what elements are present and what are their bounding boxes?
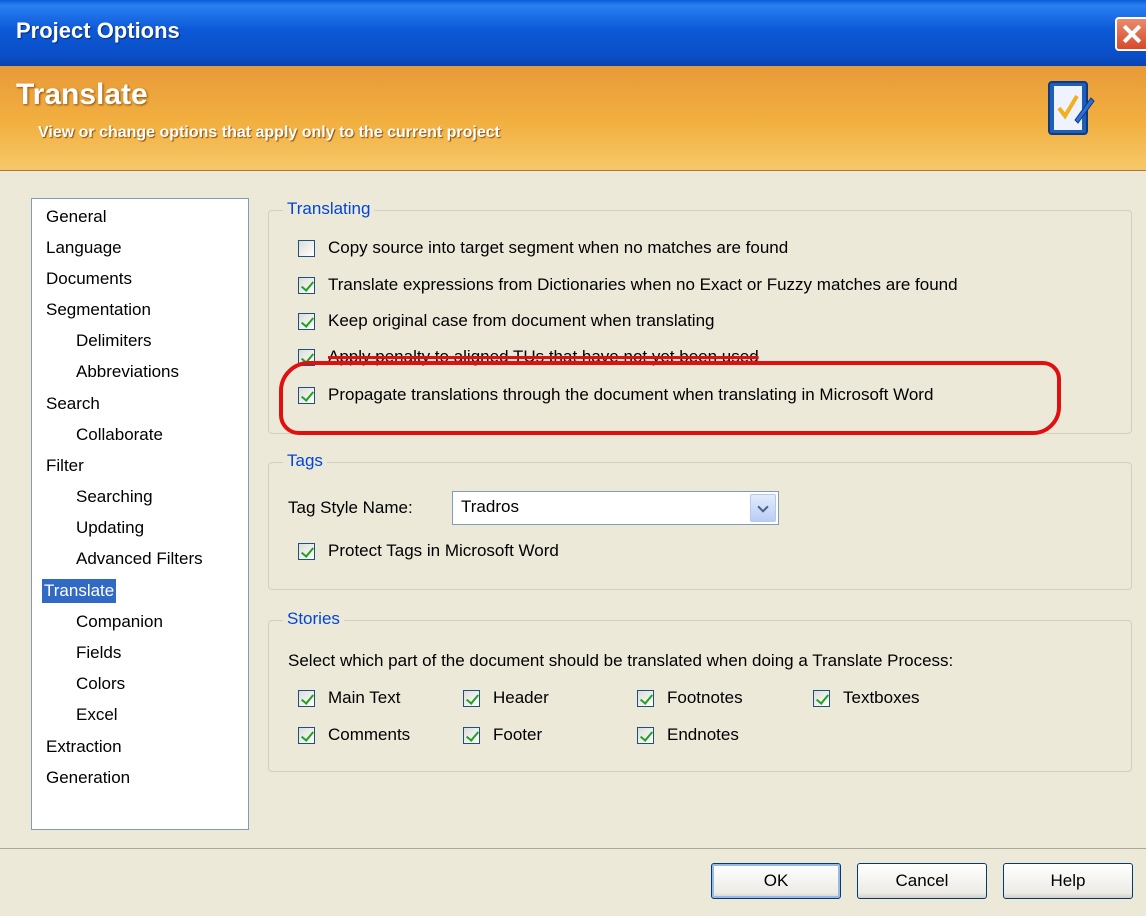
footer-checkbox[interactable] — [463, 727, 480, 744]
nav-item-companion[interactable]: Companion — [76, 610, 163, 634]
nav-item-general[interactable]: General — [46, 205, 106, 229]
nav-item-search[interactable]: Search — [46, 392, 100, 416]
footnotes-checkbox[interactable] — [637, 690, 654, 707]
window-title: Project Options — [16, 18, 180, 43]
page-title: Translate — [16, 78, 148, 111]
help-button[interactable]: Help — [1003, 863, 1133, 899]
nav-item-advanced-filters[interactable]: Advanced Filters — [76, 547, 203, 571]
nav-item-extraction[interactable]: Extraction — [46, 735, 122, 759]
header-checkbox[interactable] — [463, 690, 480, 707]
nav-item-excel[interactable]: Excel — [76, 703, 118, 727]
nav-item-translate[interactable]: Translate — [42, 579, 117, 603]
endnotes-label: Endnotes — [667, 725, 739, 744]
nav-item-fields[interactable]: Fields — [76, 641, 121, 665]
title-bar: Project Options — [0, 0, 1146, 66]
tags-group: Tags — [268, 449, 1132, 590]
nav-item-colors[interactable]: Colors — [76, 672, 125, 696]
header-label: Header — [493, 688, 549, 707]
keep-case-checkbox[interactable] — [298, 313, 315, 330]
translating-legend: Translating — [283, 197, 375, 221]
tags-legend: Tags — [283, 449, 327, 473]
nav-item-delimiters[interactable]: Delimiters — [76, 329, 152, 353]
translate-dictionaries-label: Translate expressions from Dictionaries … — [328, 275, 958, 294]
page-subtitle: View or change options that apply only t… — [38, 124, 500, 141]
nav-item-abbreviations[interactable]: Abbreviations — [76, 360, 179, 384]
chevron-down-icon[interactable] — [750, 494, 776, 522]
tag-style-label: Tag Style Name: — [288, 498, 413, 517]
nav-item-segmentation[interactable]: Segmentation — [46, 298, 151, 322]
keep-case-label: Keep original case from document when tr… — [328, 311, 715, 330]
footer-label: Footer — [493, 725, 543, 744]
header-banner: Translate View or change options that ap… — [0, 66, 1146, 171]
tag-style-select[interactable]: Tradros — [452, 491, 779, 525]
stories-legend: Stories — [283, 607, 344, 631]
nav-item-filter[interactable]: Filter — [46, 454, 84, 478]
comments-label: Comments — [328, 725, 411, 744]
cancel-button[interactable]: Cancel — [857, 863, 987, 899]
main-text-checkbox[interactable] — [298, 690, 315, 707]
options-nav: General Language Documents Segmentation … — [31, 198, 249, 830]
nav-item-documents[interactable]: Documents — [46, 267, 132, 291]
footnotes-label: Footnotes — [667, 688, 743, 707]
nav-item-collaborate[interactable]: Collaborate — [76, 423, 163, 447]
textboxes-checkbox[interactable] — [813, 690, 830, 707]
stories-description: Select which part of the document should… — [288, 651, 954, 670]
protect-tags-checkbox[interactable] — [298, 543, 315, 560]
footer-divider — [0, 848, 1146, 849]
nav-item-searching[interactable]: Searching — [76, 485, 153, 509]
comments-checkbox[interactable] — [298, 727, 315, 744]
nav-item-language[interactable]: Language — [46, 236, 122, 260]
close-icon[interactable] — [1115, 17, 1146, 51]
copy-source-label: Copy source into target segment when no … — [328, 238, 789, 257]
ok-button[interactable]: OK — [711, 863, 841, 899]
nav-item-updating[interactable]: Updating — [76, 516, 144, 540]
tag-style-value: Tradros — [461, 497, 519, 516]
checklist-pen-icon — [1048, 81, 1095, 135]
nav-item-generation[interactable]: Generation — [46, 766, 130, 790]
protect-tags-label: Protect Tags in Microsoft Word — [328, 541, 559, 560]
highlight-ring — [279, 361, 1061, 435]
translate-dictionaries-checkbox[interactable] — [298, 277, 315, 294]
endnotes-checkbox[interactable] — [637, 727, 654, 744]
textboxes-label: Textboxes — [843, 688, 920, 707]
main-text-label: Main Text — [328, 688, 401, 707]
copy-source-checkbox[interactable] — [298, 240, 315, 257]
